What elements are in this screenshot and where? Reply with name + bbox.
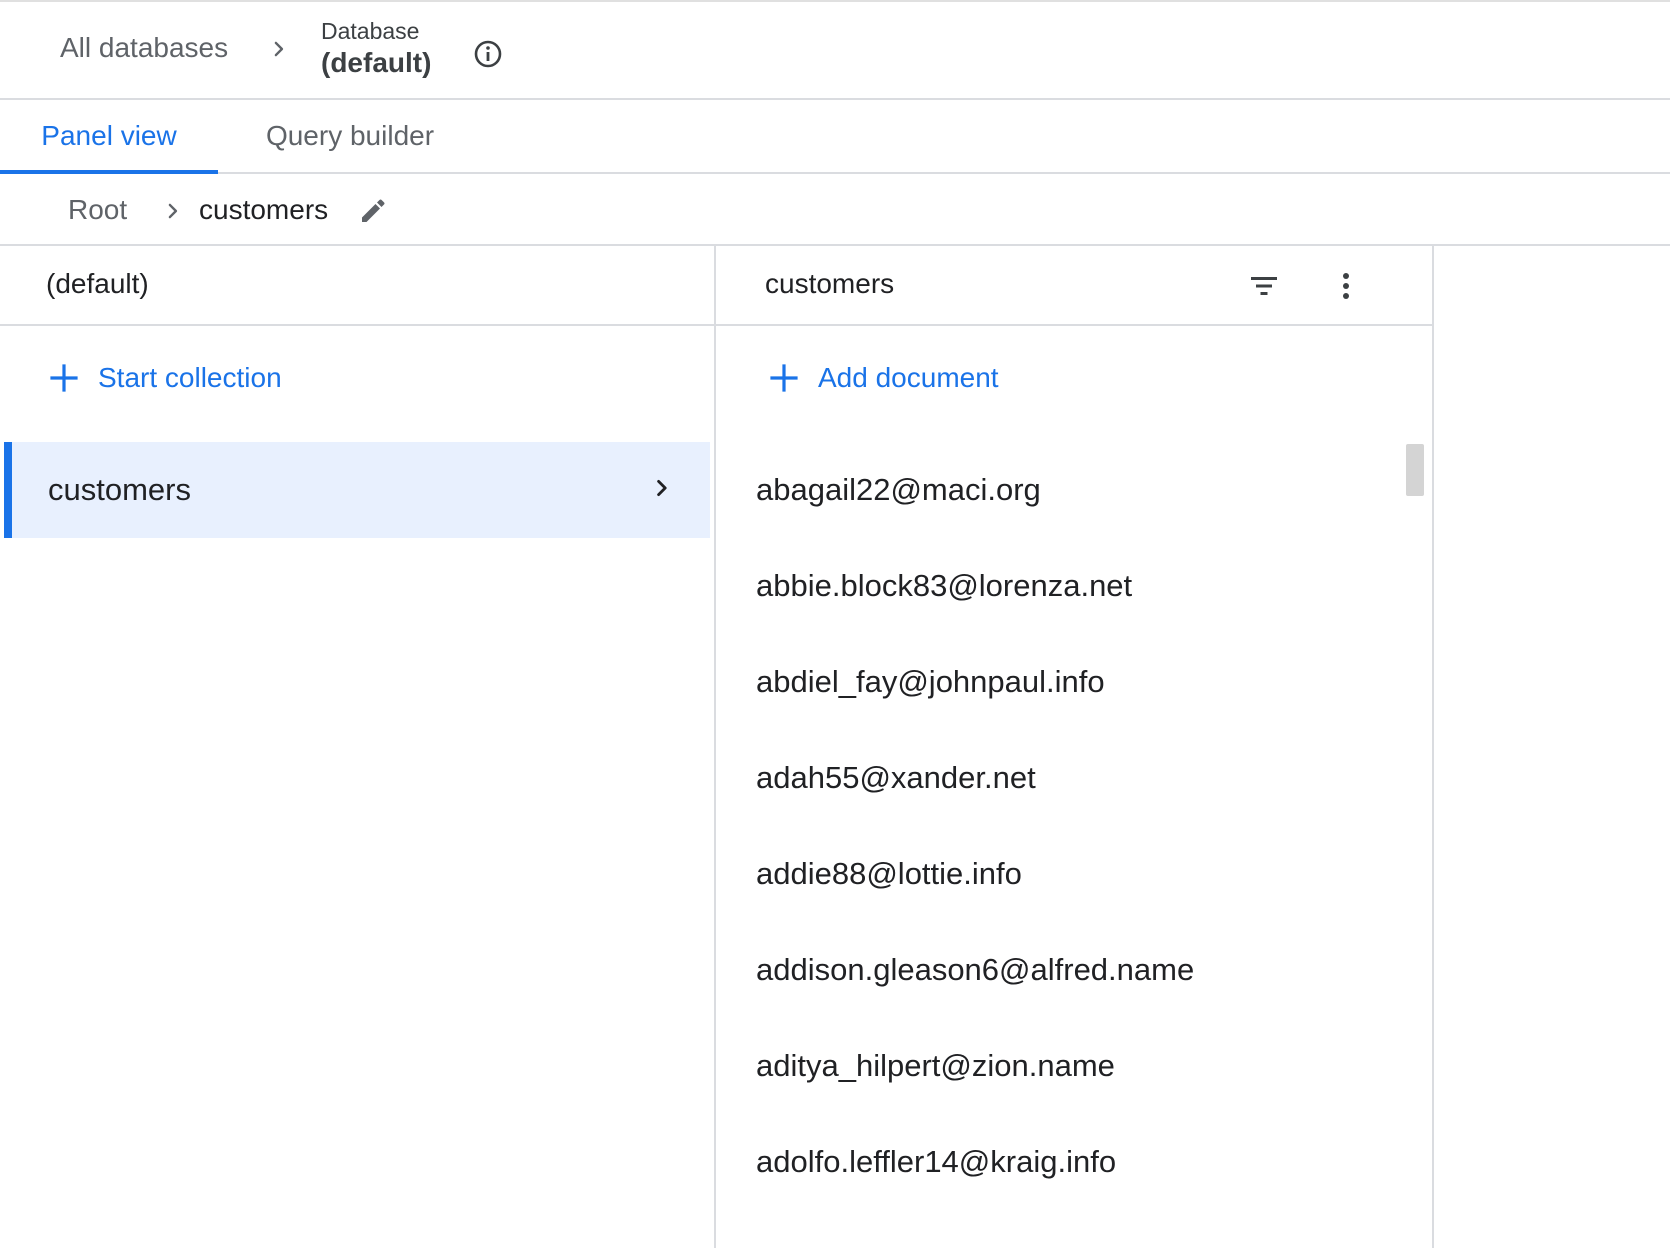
database-name: (default)	[321, 47, 432, 78]
add-document-label: Add document	[818, 362, 999, 393]
plus-icon	[50, 364, 78, 392]
path-breadcrumb: Root customers	[0, 174, 1670, 246]
start-collection-button[interactable]: Start collection	[48, 358, 282, 398]
tab-query-builder[interactable]: Query builder	[238, 100, 462, 172]
collection-panel-header: customers	[716, 246, 1432, 326]
database-header: All databases Database (default)	[0, 0, 1670, 100]
add-document-button[interactable]: Add document	[768, 358, 999, 398]
document-item[interactable]: abbie.block83@lorenza.net	[716, 536, 1416, 632]
document-item[interactable]: adah55@xander.net	[716, 728, 1416, 824]
document-item[interactable]: adolfo.leffler14@kraig.info	[716, 1112, 1416, 1208]
chevron-right-icon	[657, 480, 667, 496]
document-list-scrollbar[interactable]	[1406, 444, 1424, 496]
chevron-right-icon	[274, 41, 284, 57]
chevron-right-icon	[168, 203, 178, 219]
document-item[interactable]: addison.gleason6@alfred.name	[716, 920, 1416, 1016]
collection-panel-title: customers	[765, 268, 895, 299]
root-panel: (default) Start collection customers	[0, 246, 716, 1248]
collection-label: customers	[48, 472, 191, 507]
collection-item-customers[interactable]: customers	[4, 442, 710, 538]
tab-panel-view[interactable]: Panel view	[0, 100, 218, 174]
breadcrumb-root[interactable]: Root	[68, 194, 127, 226]
document-item[interactable]: abdiel_fay@johnpaul.info	[716, 632, 1416, 728]
database-label: Database	[321, 18, 420, 44]
document-item[interactable]: addie88@lottie.info	[716, 824, 1416, 920]
document-item[interactable]: abagail22@maci.org	[716, 440, 1416, 536]
view-tabs: Panel view Query builder	[0, 100, 1670, 174]
firestore-data-viewer: All databases Database (default) Panel v…	[0, 0, 1670, 1248]
plus-icon	[770, 364, 798, 392]
collection-panel: customers Add document abagail22@maci.or…	[716, 246, 1434, 1248]
pencil-icon[interactable]	[358, 194, 390, 226]
document-item[interactable]: aditya_hilpert@zion.name	[716, 1016, 1416, 1112]
info-icon[interactable]	[472, 38, 504, 70]
breadcrumb-current: customers	[199, 194, 329, 225]
all-databases-link[interactable]: All databases	[60, 32, 228, 64]
document-list: abagail22@maci.org abbie.block83@lorenza…	[716, 440, 1416, 1208]
filter-icon[interactable]	[1246, 268, 1282, 304]
more-vert-icon[interactable]	[1328, 268, 1364, 304]
root-panel-header: (default)	[0, 246, 714, 326]
start-collection-label: Start collection	[98, 362, 282, 393]
root-panel-title: (default)	[46, 268, 149, 299]
database-selector[interactable]: Database (default)	[321, 16, 431, 80]
